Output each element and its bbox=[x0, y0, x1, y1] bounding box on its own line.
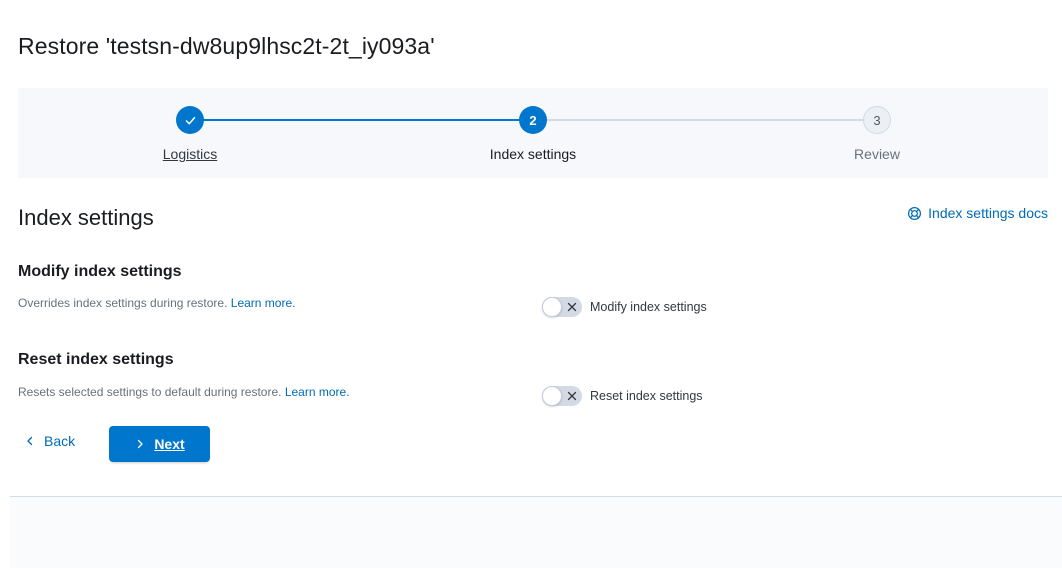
switch-knob bbox=[542, 386, 562, 406]
index-settings-docs-link[interactable]: Index settings docs bbox=[907, 205, 1048, 221]
docs-link-label: Index settings docs bbox=[928, 205, 1048, 221]
steps-progress: 2 3 Logistics Index settings Review bbox=[18, 88, 1048, 178]
step-1-check[interactable] bbox=[176, 106, 204, 134]
step-2-number: 2 bbox=[519, 106, 547, 134]
help-icon bbox=[908, 206, 922, 220]
reset-learn-more-link[interactable]: Learn more. bbox=[285, 385, 350, 399]
page-title: Restore 'testsn-dw8up9lhsc2t-2t_iy093a' bbox=[18, 33, 435, 59]
modify-settings-description: Overrides index settings during restore.… bbox=[18, 296, 295, 310]
reset-settings-title: Reset index settings bbox=[18, 351, 174, 368]
chevron-right-icon bbox=[138, 439, 143, 449]
step-index-settings-title: Index settings bbox=[489, 146, 577, 162]
step-logistics-link[interactable]: Logistics bbox=[90, 146, 290, 162]
switch-knob bbox=[542, 297, 562, 317]
modify-learn-more-link[interactable]: Learn more. bbox=[231, 296, 296, 310]
next-button[interactable]: Next bbox=[109, 426, 210, 462]
back-button-label: Back bbox=[44, 433, 76, 449]
step-review-title: Review bbox=[854, 146, 900, 162]
cross-icon bbox=[567, 302, 577, 312]
modify-description-text: Overrides index settings during restore. bbox=[18, 296, 228, 310]
reset-settings-description: Resets selected settings to default duri… bbox=[18, 385, 350, 399]
chevron-left-icon bbox=[27, 436, 33, 446]
cross-icon bbox=[567, 391, 577, 401]
reset-description-text: Resets selected settings to default duri… bbox=[18, 385, 282, 399]
modify-settings-title: Modify index settings bbox=[18, 263, 182, 280]
reset-settings-switch[interactable]: Reset index settings bbox=[542, 386, 703, 406]
reset-switch-label: Reset index settings bbox=[590, 389, 703, 403]
bottom-bar bbox=[10, 497, 1062, 568]
next-button-label: Next bbox=[154, 436, 185, 452]
modify-settings-switch[interactable]: Modify index settings bbox=[542, 297, 707, 317]
check-icon bbox=[185, 116, 195, 124]
step-connector-incomplete bbox=[533, 119, 877, 121]
switch-track bbox=[542, 297, 582, 317]
back-button[interactable]: Back bbox=[24, 433, 75, 449]
switch-track bbox=[542, 386, 582, 406]
section-title: Index settings bbox=[18, 205, 154, 230]
modify-switch-label: Modify index settings bbox=[590, 300, 707, 314]
step-connector-complete bbox=[190, 119, 533, 121]
step-3-number: 3 bbox=[863, 106, 891, 134]
